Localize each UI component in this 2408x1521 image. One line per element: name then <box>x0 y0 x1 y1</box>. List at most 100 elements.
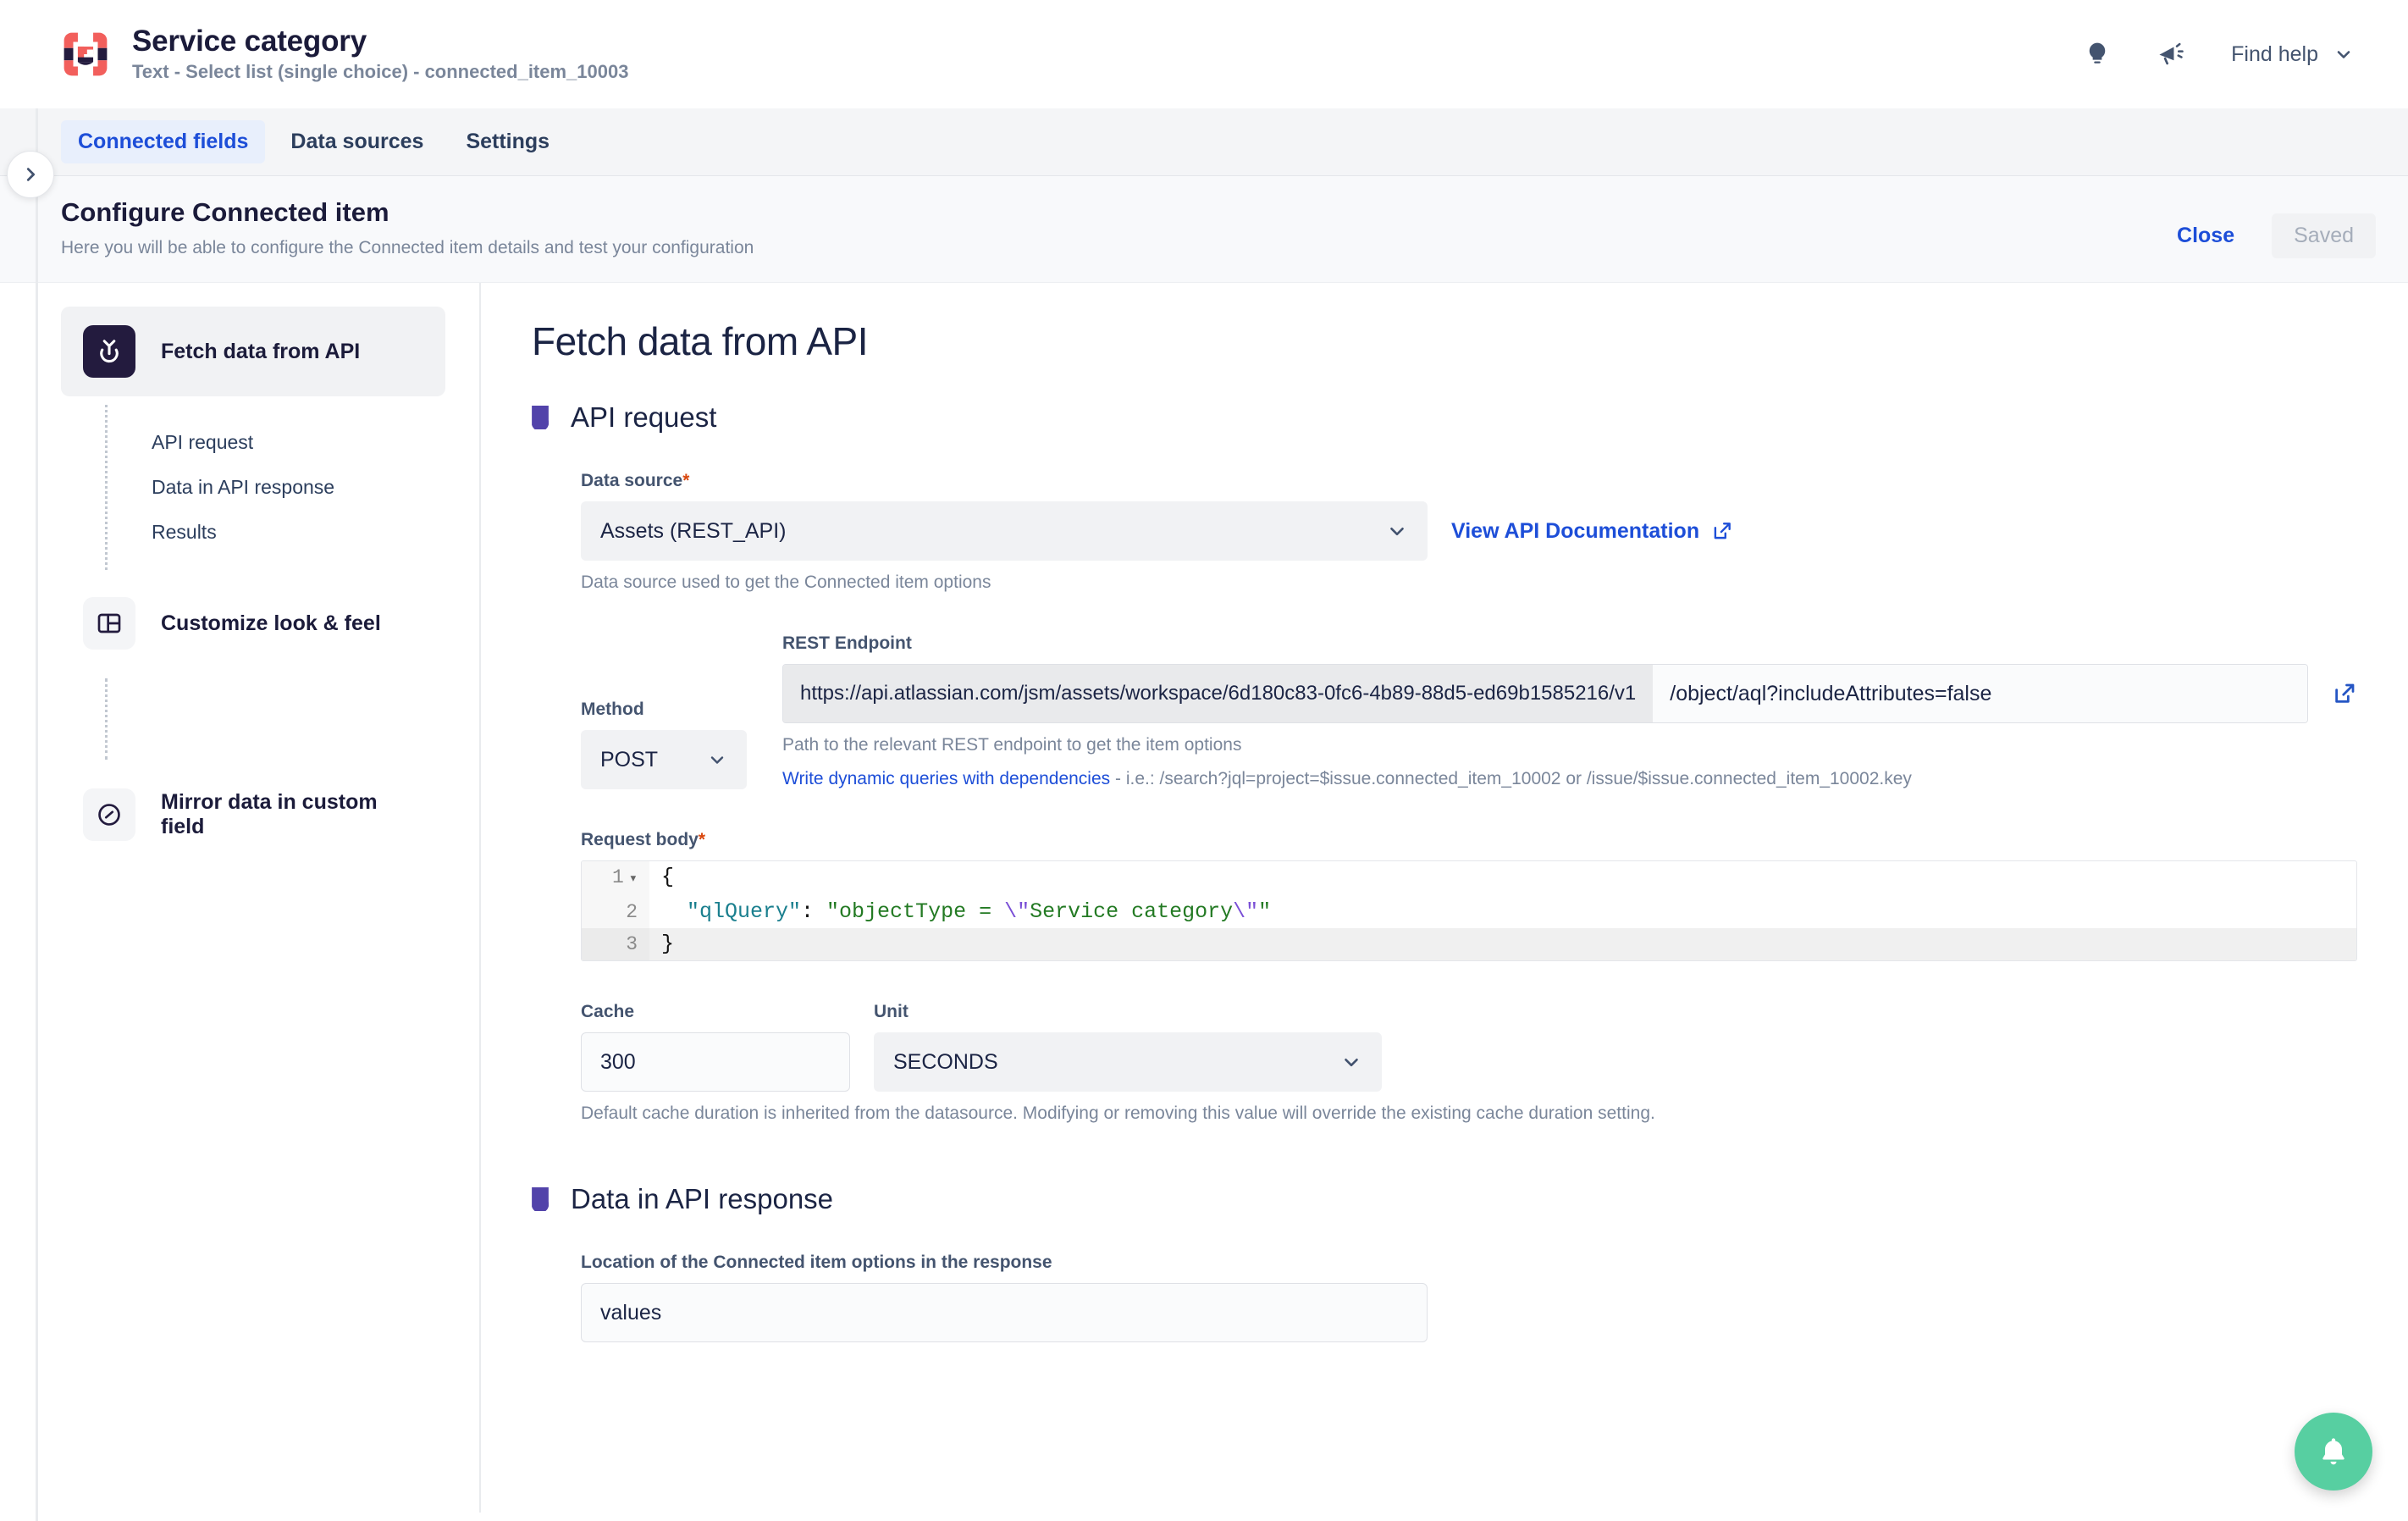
fetch-api-icon <box>83 325 135 379</box>
code-line: 1 ▾ { <box>582 861 2356 897</box>
chevron-down-icon <box>710 756 724 764</box>
line-number: 2 <box>582 896 649 929</box>
top-bar: Service category Text - Select list (sin… <box>0 0 2408 108</box>
required-asterisk: * <box>698 830 706 850</box>
bell-icon <box>2322 1438 2344 1465</box>
step-sidebar: Fetch data from API API request Data in … <box>0 283 479 1513</box>
view-api-documentation-link[interactable]: View API Documentation <box>1451 519 1733 544</box>
sidebar-item-label: Customize look & feel <box>161 611 381 635</box>
sidebar-subitem-api-request[interactable]: API request <box>108 420 445 465</box>
tab-settings[interactable]: Settings <box>449 120 566 163</box>
sidebar-item-label: Mirror data in custom field <box>161 790 378 839</box>
main-title: Fetch data from API <box>532 319 869 364</box>
code-line: 3 } <box>582 928 2356 961</box>
find-help-menu[interactable]: Find help <box>2228 36 2357 74</box>
sidebar-item-label: Fetch data from API <box>161 339 361 363</box>
find-help-label: Find help <box>2231 41 2318 66</box>
chevron-down-icon <box>1345 1059 1358 1067</box>
view-api-documentation-label: View API Documentation <box>1451 518 1700 543</box>
open-endpoint-button[interactable] <box>2332 681 2357 706</box>
request-body-group: Request body* 1 ▾ { 2 "qlQuery": "objectT… <box>581 830 2357 962</box>
request-body-editor[interactable]: 1 ▾ { 2 "qlQuery": "objectType = \"Servic… <box>581 860 2357 962</box>
top-bar-actions: Find help <box>2079 36 2357 74</box>
section-title: API request <box>571 401 717 434</box>
brand: Service category Text - Select list (sin… <box>61 25 629 82</box>
rest-endpoint-base-url: https://api.atlassian.com/jsm/assets/wor… <box>783 665 1654 723</box>
configure-subtitle: Here you will be able to configure the C… <box>61 238 754 258</box>
section-flag-icon <box>532 1187 549 1212</box>
sidebar-subitem-results[interactable]: Results <box>108 510 445 555</box>
configure-header: Configure Connected item Here you will b… <box>0 176 2408 284</box>
unit-select[interactable]: SECONDS <box>874 1032 1382 1092</box>
section-header-api-request: API request <box>532 401 2357 434</box>
data-source-select[interactable]: Assets (REST_API) <box>581 501 1428 561</box>
line-number: 3 <box>582 928 649 961</box>
endpoint-group: REST Endpoint https://api.atlassian.com/… <box>782 633 2357 789</box>
page-title: Service category <box>132 25 367 58</box>
dynamic-queries-link[interactable]: Write dynamic queries with dependencies <box>782 769 1110 788</box>
lightbulb-icon <box>2089 42 2106 64</box>
announcements-button[interactable] <box>2153 36 2190 73</box>
code-line: 2 "qlQuery": "objectType = \"Service cat… <box>582 896 2356 929</box>
close-button[interactable]: Close <box>2167 217 2245 255</box>
response-location-group: Location of the Connected item options i… <box>532 1253 2357 1343</box>
unit-label: Unit <box>874 1002 909 1022</box>
data-source-value: Assets (REST_API) <box>600 518 787 543</box>
method-value: POST <box>600 747 659 772</box>
sidebar-sub-items: API request Data in API response Results <box>105 405 445 571</box>
data-source-label: Data source* <box>581 471 690 491</box>
required-asterisk: * <box>682 471 690 491</box>
cache-input[interactable]: 300 <box>581 1032 850 1092</box>
sidebar-item-mirror-data-in-custom-field[interactable]: Mirror data in custom field <box>61 770 445 860</box>
external-link-icon <box>2335 683 2355 703</box>
main-panel: Fetch data from API API request Data sou… <box>481 283 2408 1513</box>
response-location-input[interactable]: values <box>581 1283 1428 1343</box>
sidebar-edge-rail <box>36 108 38 1521</box>
rest-endpoint-label: REST Endpoint <box>782 633 912 654</box>
request-body-label: Request body* <box>581 830 706 850</box>
page-subtitle: Text - Select list (single choice) - con… <box>132 60 629 82</box>
line-number: 1 ▾ <box>582 861 649 897</box>
tips-button[interactable] <box>2079 36 2116 73</box>
api-request-fields: Data source* Assets (REST_API) View API … <box>532 471 2357 1124</box>
external-link-icon <box>1714 523 1731 539</box>
data-source-hint: Data source used to get the Connected it… <box>581 572 991 593</box>
chevron-right-icon <box>26 168 36 181</box>
code-content: { <box>661 865 675 890</box>
section-title: Data in API response <box>571 1183 834 1215</box>
sidebar-item-customize-look-and-feel[interactable]: Customize look & feel <box>61 578 445 668</box>
rest-endpoint-path-input[interactable]: /object/aql?includeAttributes=false <box>1653 665 2307 723</box>
notifications-fab[interactable] <box>2295 1413 2372 1491</box>
dynamic-queries-hint: Write dynamic queries with dependencies … <box>782 769 2357 789</box>
brand-text: Service category Text - Select list (sin… <box>132 25 629 82</box>
configure-body: Fetch data from API API request Data in … <box>0 283 2408 1513</box>
cache-label: Cache <box>581 1002 635 1022</box>
mirror-circle-icon <box>83 788 135 842</box>
sidebar-connector <box>105 678 445 760</box>
tab-bar: Connected fields Data sources Settings <box>0 108 2408 176</box>
saved-button[interactable]: Saved <box>2272 213 2376 258</box>
section-header-data-in-api-response: Data in API response <box>532 1183 2357 1215</box>
tab-data-sources[interactable]: Data sources <box>273 120 440 163</box>
chevron-down-icon <box>1390 528 1404 536</box>
layout-panel-icon <box>83 597 135 650</box>
expand-sidebar-button[interactable] <box>7 151 54 198</box>
sidebar-subitem-data-in-api-response[interactable]: Data in API response <box>108 465 445 510</box>
dynamic-queries-example: - i.e.: /search?jql=project=$issue.conne… <box>1110 769 1912 789</box>
method-label: Method <box>581 700 644 720</box>
response-location-label: Location of the Connected item options i… <box>581 1253 1052 1273</box>
code-content: } <box>661 932 675 957</box>
tab-connected-fields[interactable]: Connected fields <box>61 120 266 163</box>
rest-endpoint-hint: Path to the relevant REST endpoint to ge… <box>782 735 1242 755</box>
sidebar-item-fetch-data-from-api[interactable]: Fetch data from API <box>61 307 445 397</box>
configure-actions: Close Saved <box>2167 213 2376 258</box>
chevron-down-icon <box>2337 51 2350 58</box>
unit-value: SECONDS <box>893 1049 998 1074</box>
code-content: "qlQuery": "objectType = \"Service categ… <box>661 899 1272 925</box>
cache-group: Cache 300 Unit SECONDS <box>581 1002 2357 1092</box>
cache-hint: Default cache duration is inherited from… <box>581 1103 1655 1124</box>
fold-toggle-icon[interactable]: ▾ <box>624 871 638 888</box>
megaphone-icon <box>2159 42 2184 65</box>
method-select[interactable]: POST <box>581 730 747 790</box>
method-group: Method POST <box>581 700 747 790</box>
